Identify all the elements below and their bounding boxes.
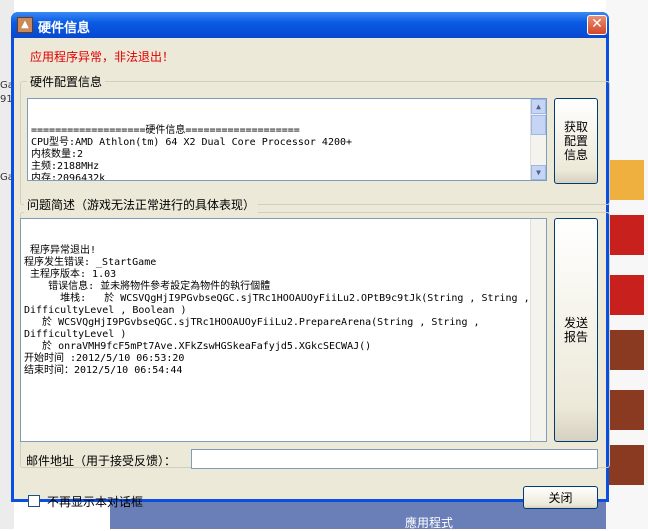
background-image-icon bbox=[608, 160, 644, 200]
scroll-down-icon[interactable]: ▼ bbox=[531, 165, 546, 180]
email-label: 邮件地址（用于接受反馈）： bbox=[26, 454, 177, 468]
problem-desc-textarea[interactable]: 程序异常退出! 程序发生错误: _StartGame 主程序版本: 1.03 错… bbox=[20, 218, 547, 442]
problem-scrollbar[interactable] bbox=[530, 219, 546, 441]
close-button[interactable]: 关闭 bbox=[523, 486, 598, 509]
title-bar[interactable]: ▲ 硬件信息 ✕ bbox=[11, 12, 609, 38]
hardware-info-textarea[interactable]: ===================硬件信息=================… bbox=[27, 98, 547, 181]
window-title: 硬件信息 bbox=[38, 21, 91, 36]
app-icon: ▲ bbox=[17, 17, 33, 33]
background-image-icon bbox=[608, 275, 644, 315]
hardware-scrollbar[interactable]: ▲ ▼ bbox=[530, 99, 546, 180]
background-image-icon bbox=[608, 390, 644, 430]
background-image-icon bbox=[608, 215, 644, 255]
email-input[interactable] bbox=[191, 449, 598, 469]
background-image-icon bbox=[608, 330, 644, 370]
dont-show-checkbox[interactable] bbox=[28, 495, 40, 507]
hardware-config-label: 硬件配置信息 bbox=[27, 73, 106, 90]
dont-show-label: 不再显示本对话框 bbox=[47, 495, 144, 509]
background-bottom-text: 應用程式 bbox=[405, 516, 454, 530]
hardware-info-dialog: ▲ 硬件信息 ✕ 应用程序异常，非法退出！ 硬件配置信息 ===========… bbox=[11, 12, 610, 509]
close-window-button[interactable]: ✕ bbox=[587, 15, 607, 35]
scroll-thumb[interactable] bbox=[531, 115, 546, 135]
send-report-button[interactable]: 发送 报告 bbox=[554, 218, 598, 442]
problem-desc-label: 问题简述（游戏无法正常进行的具体表现） bbox=[24, 196, 259, 213]
hardware-info-text: ===================硬件信息=================… bbox=[31, 125, 353, 181]
background-app-right-edge bbox=[606, 0, 648, 529]
background-image-icon bbox=[608, 445, 644, 485]
dialog-client-area: 应用程序异常，非法退出！ 硬件配置信息 ===================硬… bbox=[14, 38, 610, 509]
error-message: 应用程序异常，非法退出！ bbox=[30, 50, 175, 64]
problem-desc-text: 程序异常退出! 程序发生错误: _StartGame 主程序版本: 1.03 错… bbox=[24, 245, 530, 376]
scroll-up-icon[interactable]: ▲ bbox=[531, 99, 546, 114]
get-config-button[interactable]: 获取 配置 信息 bbox=[554, 98, 598, 184]
